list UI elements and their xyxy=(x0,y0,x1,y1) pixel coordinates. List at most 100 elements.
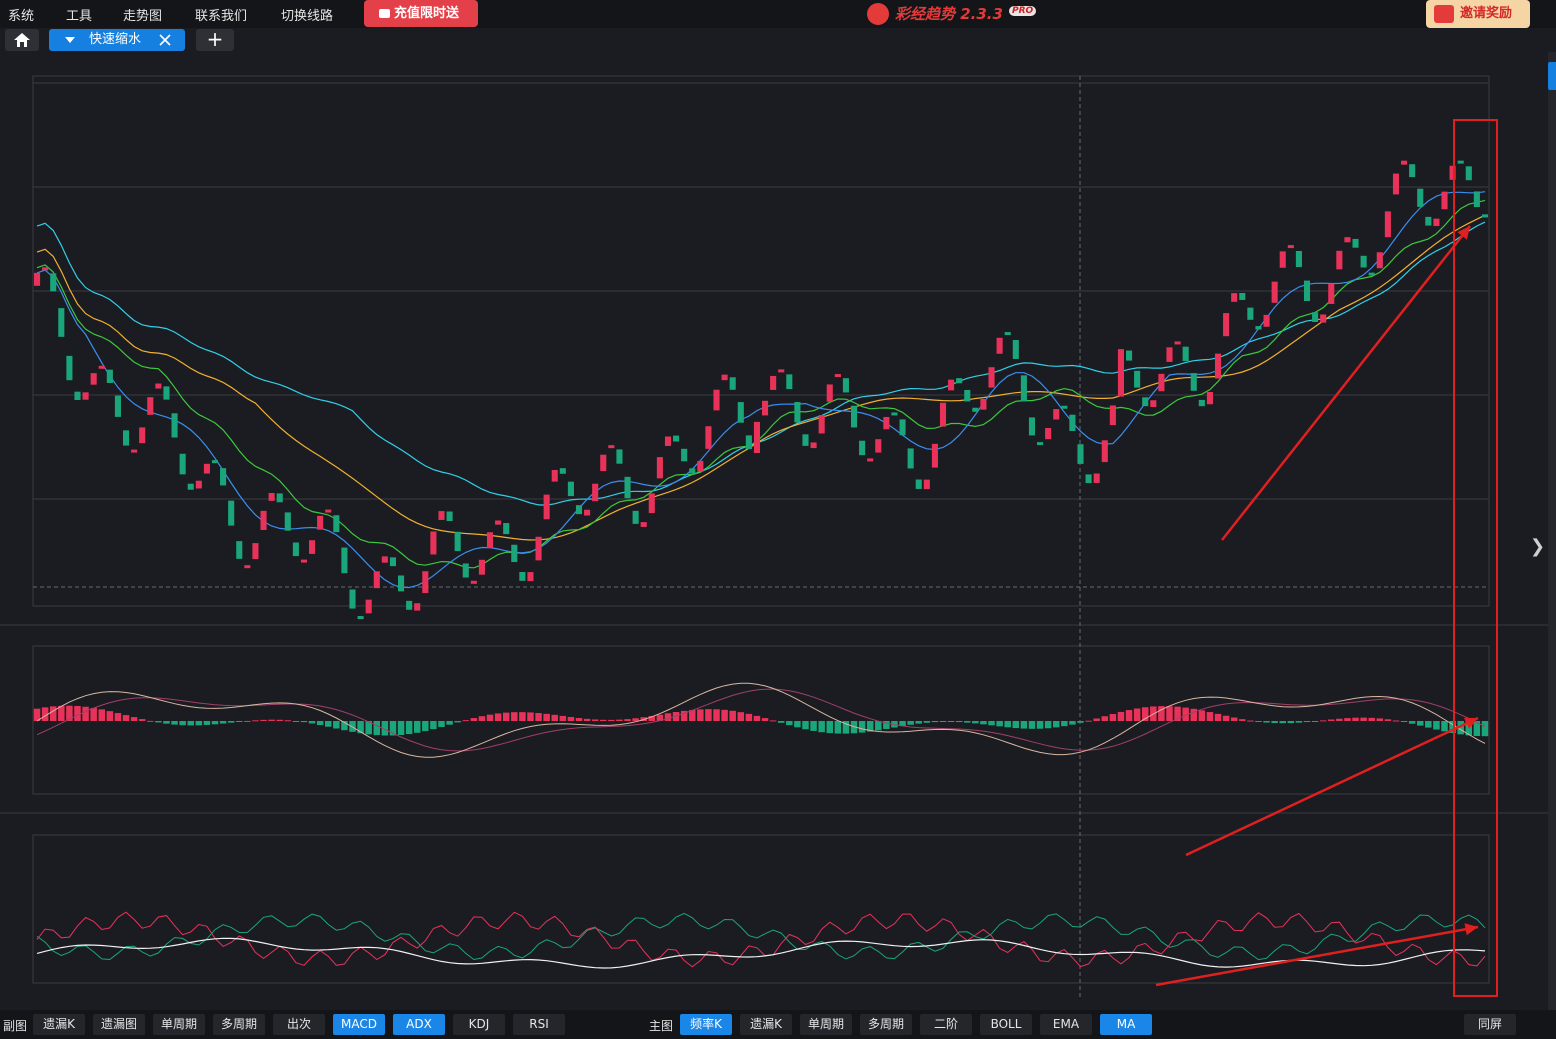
candle xyxy=(996,337,1003,354)
macd-plot-frame xyxy=(32,645,1490,795)
promo-button[interactable]: 充值限时送 xyxy=(364,0,478,27)
home-tab[interactable] xyxy=(5,29,39,51)
main-btn-ema[interactable]: EMA xyxy=(1040,1014,1092,1035)
candle xyxy=(842,378,849,393)
add-tab-button[interactable]: + xyxy=(196,29,234,51)
gear-icon[interactable] xyxy=(1500,60,1512,72)
sub-btn-rsi[interactable]: RSI xyxy=(513,1014,565,1035)
main-btn-ma[interactable]: MA xyxy=(1100,1014,1152,1035)
invite-button[interactable]: 邀请奖励 xyxy=(1426,0,1530,28)
help-icon[interactable]: ? xyxy=(347,630,359,642)
gear-icon[interactable] xyxy=(1478,819,1490,831)
macd-bar xyxy=(1117,711,1125,721)
edit-icon[interactable] xyxy=(1411,60,1423,72)
chart-grid xyxy=(0,52,1548,1010)
main-btn-second-order[interactable]: 二阶 xyxy=(920,1014,972,1035)
check-number-button[interactable]: 查看号码 xyxy=(1104,57,1169,75)
pin-icon[interactable] xyxy=(1457,628,1470,641)
sub-btn-macd[interactable]: MACD xyxy=(333,1014,385,1035)
macd-bar xyxy=(58,705,65,721)
candle xyxy=(373,571,380,589)
tab-fast-shrink-label: 快速缩水 xyxy=(89,32,142,47)
macd-bar xyxy=(90,707,97,721)
candle xyxy=(519,571,526,581)
menu-switch-line[interactable]: 切换线路 xyxy=(281,5,333,24)
macd-bar xyxy=(1287,721,1295,724)
candle xyxy=(1271,281,1278,303)
axis-label-8800-right: 8800 xyxy=(1497,390,1523,401)
candle xyxy=(486,532,494,549)
main-btn-multi-period[interactable]: 多周期 xyxy=(860,1014,912,1035)
menu-system[interactable]: 系统 xyxy=(8,5,34,24)
pin-icon[interactable] xyxy=(1457,817,1470,830)
minus-di-value: -DI (14): 40.75 xyxy=(229,818,317,832)
sub-btn-kdj[interactable]: KDJ xyxy=(453,1014,505,1035)
arrow-down-icon[interactable] xyxy=(1478,60,1490,72)
macd-bar xyxy=(33,708,41,721)
candle xyxy=(211,460,219,464)
main-btn-single-period[interactable]: 单周期 xyxy=(800,1014,852,1035)
macd-bar xyxy=(98,709,105,721)
menu-tools[interactable]: 工具 xyxy=(66,5,92,24)
menu-trend-chart[interactable]: 走势图 xyxy=(123,5,162,24)
candle xyxy=(1376,252,1383,269)
gear-icon[interactable] xyxy=(1478,630,1490,642)
tab-fast-shrink[interactable]: 快速缩水 xyxy=(49,29,185,51)
sync-screen-button[interactable]: 同屏 xyxy=(1464,1014,1516,1035)
panel-divider-adx xyxy=(0,812,1548,814)
main-plot-frame xyxy=(32,75,1490,607)
candle xyxy=(430,531,437,555)
candle xyxy=(82,392,89,400)
sub-btn-missing-k[interactable]: 遗漏K xyxy=(33,1014,85,1035)
macd-indicator xyxy=(33,682,1489,758)
macd-bar xyxy=(1085,720,1092,722)
macd-bar xyxy=(333,721,340,729)
main-btn-boll[interactable]: BOLL xyxy=(980,1014,1032,1035)
candle xyxy=(931,443,938,468)
help-icon[interactable]: ? xyxy=(423,60,435,72)
candle xyxy=(1126,350,1133,361)
sub-btn-single-period[interactable]: 单周期 xyxy=(153,1014,205,1035)
sub-btn-multi-period[interactable]: 多周期 xyxy=(213,1014,265,1035)
candle xyxy=(389,557,396,567)
candle xyxy=(406,600,413,610)
candle xyxy=(1206,391,1213,405)
macd-bar xyxy=(1230,717,1238,721)
macd-bar xyxy=(373,721,381,736)
close-icon[interactable] xyxy=(1501,630,1512,641)
macd-bar xyxy=(244,720,251,722)
main-btn-freq-k[interactable]: 频率K xyxy=(680,1014,732,1035)
candle xyxy=(1303,280,1311,301)
main-btn-missing-k[interactable]: 遗漏K xyxy=(740,1014,792,1035)
side-tab[interactable] xyxy=(1548,62,1556,90)
macd-bar xyxy=(155,721,162,723)
sub-btn-occurrence[interactable]: 出次 xyxy=(273,1014,325,1035)
macd-bar xyxy=(219,721,227,724)
sub-btn-missing-chart[interactable]: 遗漏图 xyxy=(93,1014,145,1035)
chevron-right-icon[interactable]: ❯ xyxy=(1530,536,1545,557)
adx-panel-header: 【2025081】奖号: 403 ADX (14): 11.85 -DI (14… xyxy=(0,815,1520,835)
candle xyxy=(187,483,194,490)
arrow-up-icon[interactable] xyxy=(1455,60,1467,72)
candle xyxy=(1473,191,1480,208)
macd-bar xyxy=(624,719,631,721)
candle xyxy=(438,511,445,520)
sub-btn-adx[interactable]: ADX xyxy=(393,1014,445,1035)
macd-bar xyxy=(923,721,931,723)
candle xyxy=(98,365,105,369)
help-icon[interactable]: ? xyxy=(407,819,419,831)
close-icon[interactable] xyxy=(1501,819,1512,830)
undo-icon[interactable] xyxy=(1433,60,1445,72)
macd-bar xyxy=(891,721,898,728)
candle xyxy=(139,427,146,444)
macd-bar xyxy=(1190,708,1197,721)
candle xyxy=(1465,166,1472,181)
candle xyxy=(1433,218,1440,227)
macd-bar xyxy=(680,710,688,721)
macd-bar xyxy=(1036,721,1044,729)
menu-contact-us[interactable]: 联系我们 xyxy=(195,5,247,24)
close-icon[interactable] xyxy=(159,34,171,46)
macd-bar xyxy=(567,716,575,721)
macd-bar xyxy=(753,715,761,721)
candle xyxy=(737,402,744,423)
